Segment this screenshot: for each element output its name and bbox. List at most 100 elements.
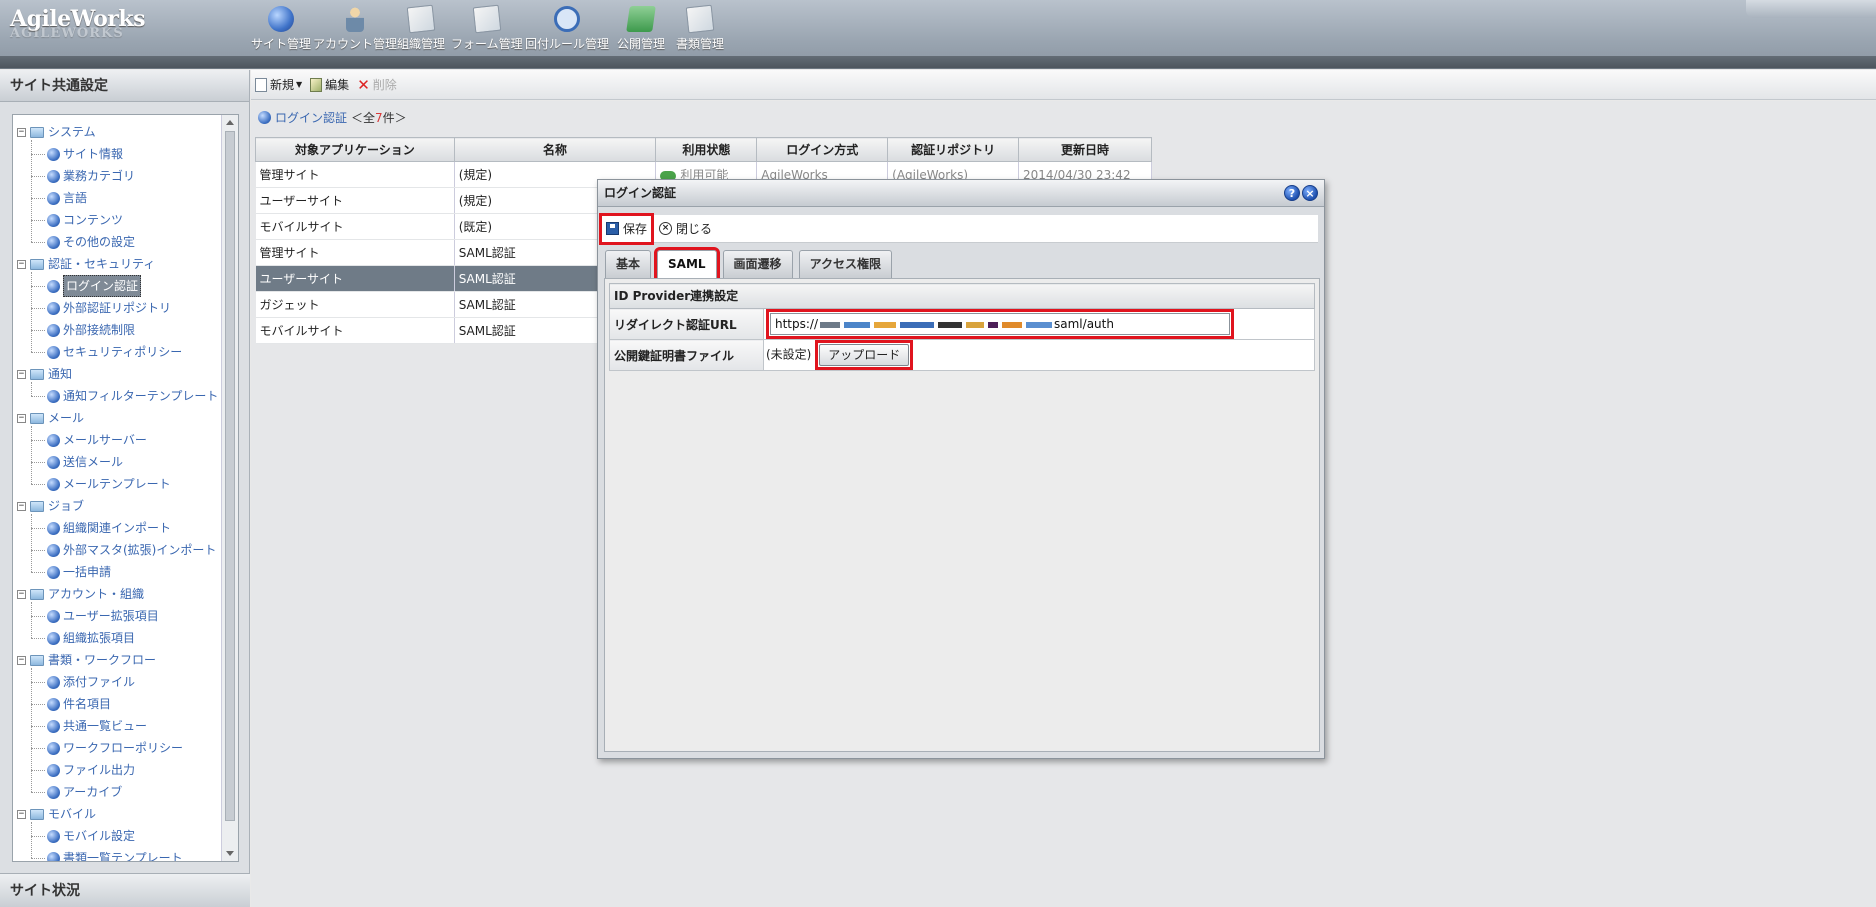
upload-button[interactable]: アップロード [819, 344, 910, 366]
collapse-toggle-icon[interactable]: − [17, 413, 26, 423]
tree-item[interactable]: 業務カテゴリ [47, 166, 135, 186]
tree-item[interactable]: 通知フィルターテンプレート [47, 386, 218, 406]
close-button[interactable]: × 閉じる [655, 216, 716, 242]
nav-form-admin[interactable]: フォーム管理 [451, 4, 523, 52]
tree-connector [31, 426, 32, 484]
nav-account-admin[interactable]: アカウント管理 [313, 6, 397, 52]
dialog-toolbar: 保存 × 閉じる [598, 212, 1318, 245]
tree-item[interactable]: 件名項目 [47, 694, 111, 714]
tree-item[interactable]: ファイル出力 [47, 760, 135, 780]
scroll-up-icon[interactable] [226, 120, 234, 125]
globe-icon [47, 675, 60, 689]
tree-folder[interactable]: − モバイル [17, 804, 96, 824]
tree-item[interactable]: 添付ファイル [47, 672, 135, 692]
cell-text: (規定) [458, 168, 493, 182]
redirect-url-input[interactable]: https://saml/auth [770, 313, 1230, 335]
tree-folder[interactable]: − 通知 [17, 364, 72, 384]
tree-folder[interactable]: − メール [17, 408, 84, 428]
help-icon[interactable]: ? [1284, 185, 1300, 201]
tree-folder[interactable]: − 書類・ワークフロー [17, 650, 156, 670]
tree-item[interactable]: 書類一覧テンプレート [47, 848, 183, 861]
site-status-header[interactable]: サイト状況 [0, 873, 250, 907]
org-icon [406, 4, 436, 34]
tree-label: 通知 [48, 367, 73, 381]
tree-item[interactable]: メールサーバー [47, 430, 147, 450]
tree-item[interactable]: 送信メール [47, 452, 123, 472]
nav-org-admin[interactable]: 組織管理 [397, 4, 445, 52]
tree-item[interactable]: 外部認証リポジトリ [47, 298, 171, 318]
tree-item[interactable]: コンテンツ [47, 210, 123, 230]
tab-access-rights[interactable]: アクセス権限 [798, 250, 892, 278]
tree-label: 外部認証リポジトリ [63, 301, 172, 315]
tree-item[interactable]: ログイン認証 [47, 275, 142, 297]
folder-icon [30, 808, 44, 820]
tree-item[interactable]: 組織関連インポート [47, 518, 171, 538]
column-header[interactable]: 対象アプリケーション [255, 137, 455, 162]
scroll-thumb[interactable] [225, 131, 235, 821]
tree-item[interactable]: 外部接続制限 [47, 320, 135, 340]
tree-item[interactable]: 組織拡張項目 [47, 628, 135, 648]
collapse-toggle-icon[interactable]: − [17, 809, 26, 819]
collapse-toggle-icon[interactable]: − [17, 259, 26, 269]
column-header[interactable]: 認証リポジトリ [887, 137, 1020, 162]
tree-folder[interactable]: − ジョブ [17, 496, 84, 516]
tree-item[interactable]: サイト情報 [47, 144, 123, 164]
tree-item[interactable]: その他の設定 [47, 232, 135, 252]
breadcrumb-link[interactable]: ログイン認証 [275, 109, 347, 126]
column-header[interactable]: 名称 [453, 137, 657, 162]
table-cell: 管理サイト [255, 239, 455, 266]
dialog-titlebar: ログイン認証 ? × [598, 180, 1324, 207]
tree-label: ワークフローポリシー [63, 741, 184, 755]
edit-button[interactable]: 編集 [310, 76, 349, 93]
tree-item[interactable]: ユーザー拡張項目 [47, 606, 159, 626]
tree-folder[interactable]: − 認証・セキュリティ [17, 254, 155, 274]
tree-connector [31, 748, 45, 749]
tree-item[interactable]: 外部マスタ(拡張)インポート [47, 540, 216, 560]
tab-saml[interactable]: SAML [654, 247, 720, 281]
tree-item[interactable]: モバイル設定 [47, 826, 135, 846]
tree-item[interactable]: ワークフローポリシー [47, 738, 183, 758]
tree-connector [31, 858, 45, 859]
tree-label: 件名項目 [63, 697, 112, 711]
cell-text: モバイルサイト [259, 220, 344, 234]
collapse-toggle-icon[interactable]: − [17, 127, 26, 137]
nav-site-admin[interactable]: サイト管理 [251, 6, 311, 52]
tree-folder[interactable]: − アカウント・組織 [17, 584, 144, 604]
tree-connector [31, 352, 45, 353]
tab-basic[interactable]: 基本 [605, 250, 652, 278]
tree-item[interactable]: 言語 [47, 188, 87, 208]
user-menu[interactable] [1746, 0, 1876, 18]
new-button[interactable]: 新規 ▼ [255, 76, 302, 93]
tree-label: ジョブ [48, 499, 85, 513]
nav-publish-admin[interactable]: 公開管理 [617, 6, 665, 52]
tree-connector [31, 550, 45, 551]
globe-icon [47, 191, 60, 205]
close-icon[interactable]: × [1302, 185, 1318, 201]
globe-icon [47, 323, 60, 337]
cert-value: (未設定) [766, 347, 812, 362]
globe-icon [47, 631, 60, 645]
scroll-down-icon[interactable] [226, 851, 234, 856]
tree-item[interactable]: メールテンプレート [47, 474, 171, 494]
tree-scrollbar[interactable] [221, 115, 238, 861]
tree-item[interactable]: アーカイブ [47, 782, 122, 802]
collapse-toggle-icon[interactable]: − [17, 655, 26, 665]
tree-label: その他の設定 [63, 235, 136, 249]
tree-item[interactable]: 一括申請 [47, 562, 111, 582]
collapse-toggle-icon[interactable]: − [17, 369, 26, 379]
tree-item[interactable]: 共通一覧ビュー [47, 716, 147, 736]
tab-screen-transition[interactable]: 画面遷移 [722, 250, 793, 278]
column-header[interactable]: ログイン方式 [756, 137, 889, 162]
nav-document-admin[interactable]: 書類管理 [676, 4, 724, 52]
column-header[interactable]: 更新日時 [1018, 137, 1152, 162]
tree-folder[interactable]: − システム [17, 122, 96, 142]
collapse-toggle-icon[interactable]: − [17, 501, 26, 511]
tree-connector [31, 220, 45, 221]
save-button[interactable]: 保存 [598, 212, 655, 245]
cell-text: SAML認証 [458, 272, 516, 286]
tree-item[interactable]: セキュリティポリシー [47, 342, 182, 362]
collapse-toggle-icon[interactable]: − [17, 589, 26, 599]
nav-route-admin[interactable]: 回付ルール管理 [525, 6, 609, 52]
column-header[interactable]: 利用状態 [655, 137, 758, 162]
delete-button[interactable]: ✕ 削除 [357, 76, 397, 94]
